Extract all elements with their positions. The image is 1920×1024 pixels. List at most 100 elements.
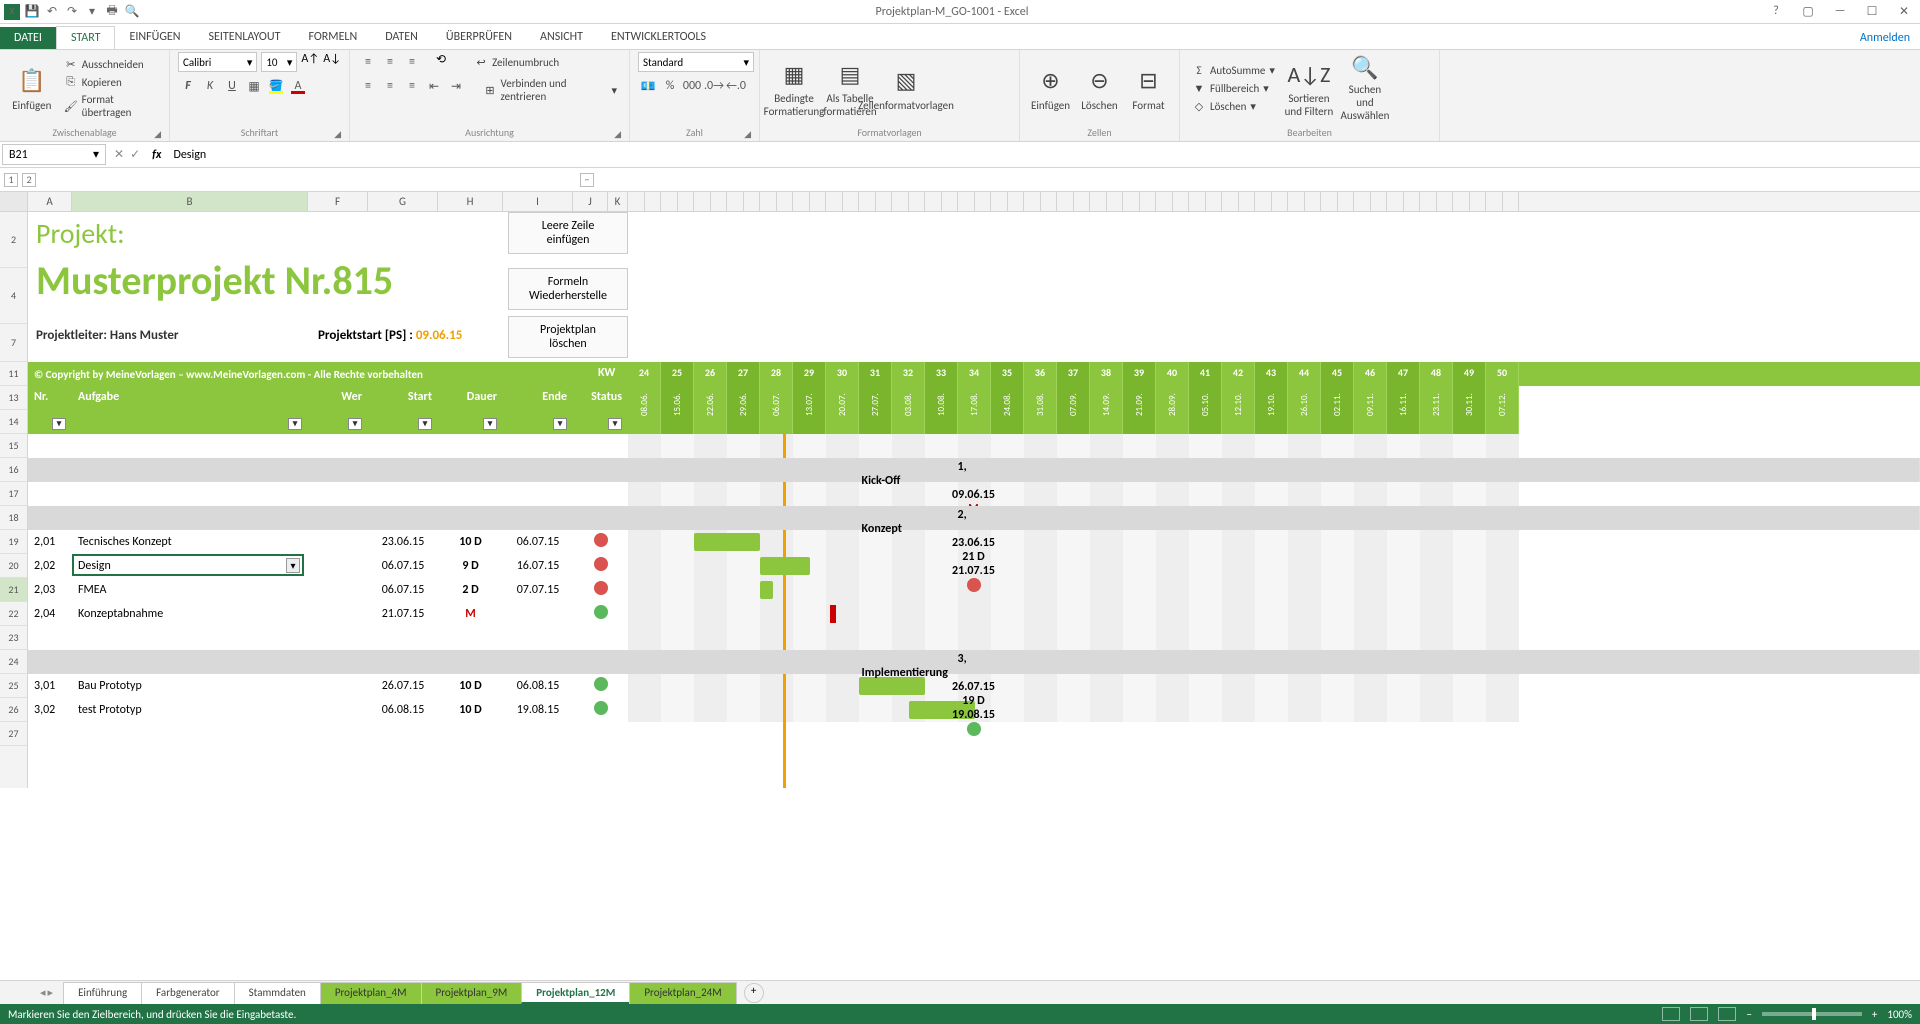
align-left-icon[interactable]: ≡: [358, 76, 378, 96]
col-header[interactable]: B: [72, 192, 308, 211]
undo-icon[interactable]: ↶: [44, 4, 60, 20]
align-right-icon[interactable]: ≡: [402, 76, 422, 96]
tab-einfügen[interactable]: EINFÜGEN: [115, 26, 194, 49]
sheet-tab[interactable]: Projektplan_4M: [320, 982, 422, 1004]
tab-ansicht[interactable]: ANSICHT: [526, 26, 597, 49]
indent-inc-icon[interactable]: ⇥: [446, 76, 466, 96]
copy-button[interactable]: ⎘Kopieren: [60, 74, 161, 90]
tab-entwicklertools[interactable]: ENTWICKLERTOOLS: [597, 26, 720, 49]
row-header[interactable]: 15: [0, 434, 27, 458]
sheet-tab[interactable]: Projektplan_12M: [521, 982, 630, 1004]
fill-color-icon[interactable]: 🪣: [266, 76, 286, 96]
filter-status[interactable]: ▾: [608, 418, 622, 430]
filter-dur[interactable]: ▾: [483, 418, 497, 430]
worksheet[interactable]: Projekt: Musterprojekt Nr.815 Projektlei…: [28, 212, 1920, 788]
cancel-formula-icon[interactable]: ✕: [114, 147, 124, 162]
select-all[interactable]: [0, 192, 28, 211]
filter-nr[interactable]: ▾: [52, 418, 66, 430]
tab-überprüfen[interactable]: ÜBERPRÜFEN: [432, 26, 526, 49]
thousands-icon[interactable]: 000: [682, 76, 702, 96]
inc-decimal-icon[interactable]: .0→: [704, 76, 724, 96]
table-row[interactable]: 3,02test Prototyp06.08.1510 D19.08.15: [28, 698, 1920, 722]
row-header[interactable]: 23: [0, 626, 27, 650]
row-header[interactable]: 18: [0, 506, 27, 530]
sheet-tab[interactable]: Projektplan_24M: [629, 982, 736, 1004]
percent-icon[interactable]: %: [660, 76, 680, 96]
format-painter-button[interactable]: 🖌Format übertragen: [60, 92, 161, 120]
number-format-combo[interactable]: Standard▾: [638, 52, 754, 72]
formula-input[interactable]: Design: [167, 146, 1920, 164]
find-select-button[interactable]: 🔍Suchen und Auswählen: [1339, 55, 1391, 121]
signin-link[interactable]: Anmelden: [1850, 27, 1920, 49]
table-row[interactable]: 2,03FMEA06.07.152 D07.07.15: [28, 578, 1920, 602]
filter-who[interactable]: ▾: [348, 418, 362, 430]
italic-icon[interactable]: K: [200, 76, 220, 96]
sheet-tab[interactable]: Stammdaten: [234, 982, 321, 1004]
maximize-icon[interactable]: ☐: [1860, 4, 1884, 19]
format-cells-button[interactable]: ⊟Format: [1126, 55, 1171, 121]
tab-seitenlayout[interactable]: SEITENLAYOUT: [195, 26, 295, 49]
filter-start[interactable]: ▾: [418, 418, 432, 430]
minimize-icon[interactable]: —: [1828, 4, 1852, 19]
redo-icon[interactable]: ↷: [64, 4, 80, 20]
row-header[interactable]: 17: [0, 482, 27, 506]
col-header[interactable]: F: [308, 192, 368, 211]
page-break-view-icon[interactable]: [1718, 1007, 1736, 1021]
autosum-button[interactable]: ΣAutoSumme ▾: [1188, 62, 1279, 78]
row-header[interactable]: 21: [0, 578, 27, 602]
page-layout-view-icon[interactable]: [1690, 1007, 1708, 1021]
fx-icon[interactable]: fx: [146, 148, 167, 162]
table-row[interactable]: 2,02Design06.07.159 D16.07.15: [28, 554, 1920, 578]
col-header[interactable]: I: [503, 192, 573, 211]
cut-button[interactable]: ✂Ausschneiden: [60, 56, 161, 72]
tab-start[interactable]: START: [56, 26, 116, 49]
font-name-combo[interactable]: Calibri▾: [178, 52, 257, 72]
normal-view-icon[interactable]: [1662, 1007, 1680, 1021]
table-row[interactable]: [28, 626, 1920, 650]
font-size-combo[interactable]: 10▾: [261, 52, 297, 72]
table-row[interactable]: 2,Konzept23.06.1521 D21.07.15: [28, 506, 1920, 530]
row-header[interactable]: 13: [0, 386, 27, 410]
table-row[interactable]: 3,01Bau Prototyp26.07.1510 D06.08.15: [28, 674, 1920, 698]
shrink-font-icon[interactable]: A↓: [323, 52, 341, 72]
tab-daten[interactable]: DATEN: [371, 26, 432, 49]
save-icon[interactable]: 💾: [24, 4, 40, 20]
print-icon[interactable]: 🖶: [104, 4, 120, 20]
fill-button[interactable]: ▼Füllbereich ▾: [1188, 80, 1279, 96]
preview-icon[interactable]: 🔍: [124, 4, 140, 20]
close-icon[interactable]: ✕: [1892, 4, 1916, 19]
tab-nav-first-icon[interactable]: ◂: [40, 986, 46, 999]
table-row[interactable]: 1,Kick-Off09.06.15M: [28, 458, 1920, 482]
row-header[interactable]: 25: [0, 674, 27, 698]
zoom-out-icon[interactable]: −: [1746, 1008, 1751, 1021]
row-header[interactable]: 7: [0, 324, 27, 362]
row-header[interactable]: 27: [0, 722, 27, 746]
row-header[interactable]: 11: [0, 362, 27, 386]
row-header[interactable]: 26: [0, 698, 27, 722]
table-row[interactable]: 2,01Tecnisches Konzept23.06.1510 D06.07.…: [28, 530, 1920, 554]
align-center-icon[interactable]: ≡: [380, 76, 400, 96]
border-icon[interactable]: ▦: [244, 76, 264, 96]
delete-plan-button[interactable]: Projektplan löschen: [508, 316, 628, 358]
sort-filter-button[interactable]: A↓ZSortieren und Filtern: [1283, 55, 1335, 121]
row-header[interactable]: 4: [0, 268, 27, 324]
insert-cells-button[interactable]: ⊕Einfügen: [1028, 55, 1073, 121]
zoom-in-icon[interactable]: +: [1872, 1008, 1877, 1021]
zoom-level[interactable]: 100%: [1887, 1008, 1912, 1021]
paste-button[interactable]: 📋Einfügen: [8, 55, 56, 121]
clear-button[interactable]: ◇Löschen ▾: [1188, 98, 1279, 114]
tab-nav-last-icon[interactable]: ▸: [48, 986, 54, 999]
cond-format-button[interactable]: ▦Bedingte Formatierung: [768, 55, 820, 121]
col-header[interactable]: H: [438, 192, 503, 211]
table-row[interactable]: 3,Implementierung26.07.1519 D19.08.15: [28, 650, 1920, 674]
col-header[interactable]: A: [28, 192, 72, 211]
new-sheet-button[interactable]: +: [744, 983, 764, 1003]
col-header[interactable]: G: [368, 192, 438, 211]
row-header[interactable]: 20: [0, 554, 27, 578]
table-row[interactable]: [28, 482, 1920, 506]
underline-icon[interactable]: U: [222, 76, 242, 96]
sheet-tab[interactable]: Einführung: [63, 982, 142, 1004]
outline-level-2[interactable]: 2: [22, 173, 36, 187]
sheet-tab[interactable]: Projektplan_9M: [421, 982, 523, 1004]
filter-task[interactable]: ▾: [288, 418, 302, 430]
